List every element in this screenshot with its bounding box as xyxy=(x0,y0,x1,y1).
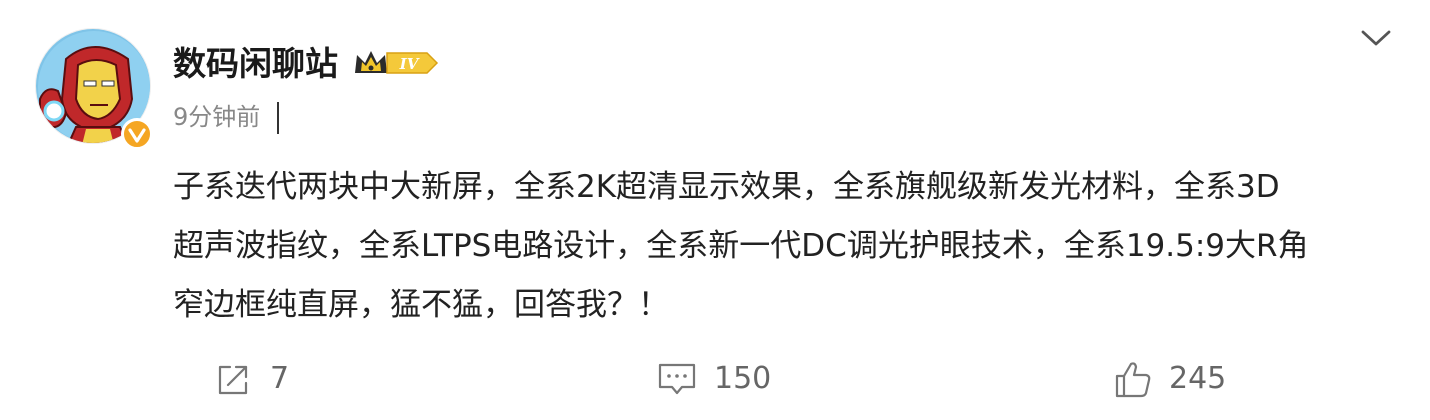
chevron-down-icon xyxy=(1361,30,1391,46)
crown-vip-icon: IV xyxy=(355,51,439,74)
verified-badge xyxy=(121,118,153,150)
verified-badge-icon xyxy=(122,119,152,149)
share-button[interactable]: 7 xyxy=(214,356,289,402)
share-icon xyxy=(218,365,248,395)
post-text: 子系迭代两块中大新屏，全系2K超清显示效果，全系旗舰级新发光材料，全系3D 超声… xyxy=(173,158,1413,335)
comment-button[interactable]: 150 xyxy=(656,356,771,402)
comment-count: 150 xyxy=(714,361,772,396)
like-button[interactable]: 245 xyxy=(1113,356,1226,402)
more-options-button[interactable] xyxy=(1360,28,1392,48)
thumbs-up-icon xyxy=(1115,362,1151,398)
vip-badge[interactable]: IV xyxy=(353,45,439,81)
comment-icon xyxy=(658,363,696,395)
author-name[interactable]: 数码闲聊站 xyxy=(173,44,338,84)
vip-level-text: IV xyxy=(399,55,420,73)
post-text-line: 超声波指纹，全系LTPS电路设计，全系新一代DC调光护眼技术，全系19.5:9大… xyxy=(173,228,1309,264)
avatar-container[interactable] xyxy=(35,28,153,150)
post-time[interactable]: 9分钟前 xyxy=(173,100,260,134)
text-cursor xyxy=(277,102,279,134)
post-text-line: 子系迭代两块中大新屏，全系2K超清显示效果，全系旗舰级新发光材料，全系3D xyxy=(173,169,1280,205)
like-count: 245 xyxy=(1169,361,1227,396)
share-count: 7 xyxy=(270,361,290,396)
post-text-line: 窄边框纯直屏，猛不猛，回答我？！ xyxy=(173,287,669,323)
